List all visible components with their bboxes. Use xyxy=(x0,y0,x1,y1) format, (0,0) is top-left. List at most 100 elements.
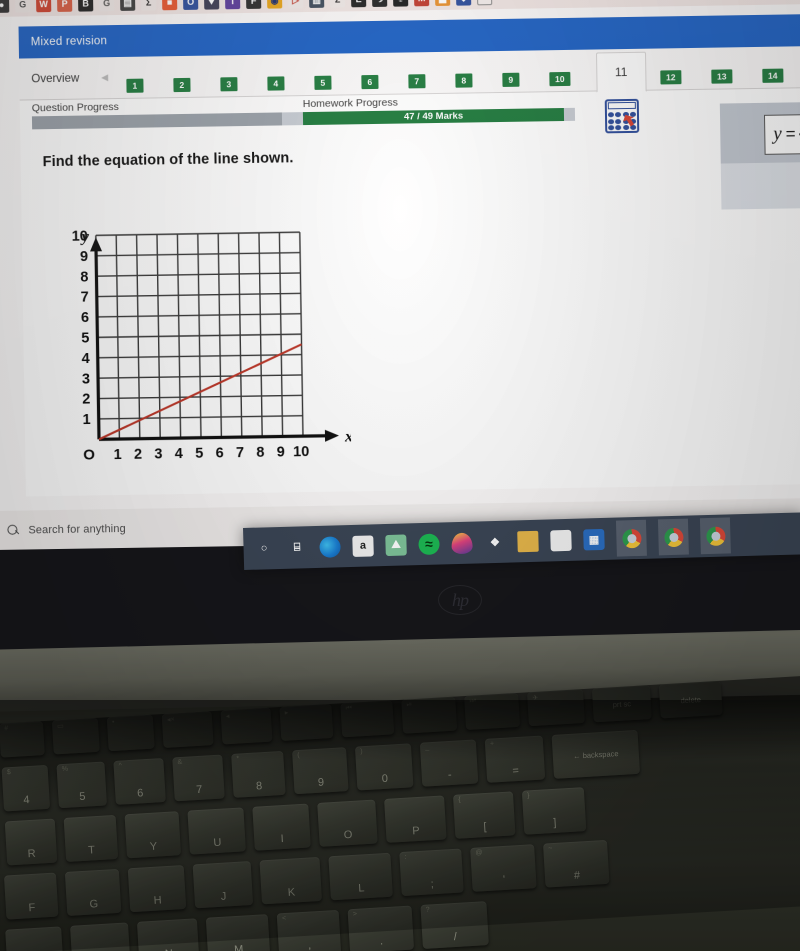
hp-logo: hp xyxy=(438,585,482,615)
key-prt-sc: prt sc xyxy=(591,685,652,723)
x-tick-label-6: 6 xyxy=(215,445,223,461)
calculator-display xyxy=(607,101,636,110)
key-label: 4 xyxy=(23,794,30,807)
key-label: # xyxy=(573,869,581,882)
question-tab-2[interactable]: 2 xyxy=(173,77,191,92)
extension-icon-22[interactable]: ▃ xyxy=(435,0,451,7)
key-label: I xyxy=(280,833,285,846)
store-icon[interactable]: ▦ xyxy=(583,528,605,550)
file-explorer-icon[interactable] xyxy=(517,530,539,552)
extension-icon-10[interactable]: O xyxy=(183,0,199,10)
question-tab-4[interactable]: 4 xyxy=(267,75,285,91)
extension-icon-14[interactable]: ◉ xyxy=(267,0,283,9)
extension-icon-8[interactable]: Σ xyxy=(141,0,157,11)
extension-icon-20[interactable]: ♠ xyxy=(393,0,409,7)
answer-panel-background: y = 2 4 xyxy=(719,101,800,164)
extension-icon-16[interactable]: ▥ xyxy=(309,0,325,8)
extension-icon-23[interactable]: ◆ xyxy=(456,0,472,6)
task-view-icon[interactable]: ⌸ xyxy=(286,537,308,559)
question-tab-1[interactable]: 1 xyxy=(126,78,144,93)
extension-icon-21[interactable]: M xyxy=(414,0,430,7)
extension-icon-7[interactable]: ▤ xyxy=(120,0,136,11)
key-label: 5 xyxy=(79,790,86,804)
key-secondary-label: * xyxy=(236,755,240,763)
question-tab-8[interactable]: 8 xyxy=(455,72,473,88)
key-secondary-label: ✈ xyxy=(532,694,539,702)
extension-icon-6[interactable]: G xyxy=(99,0,115,12)
question-tab-7[interactable]: 7 xyxy=(408,73,426,88)
key-label: F xyxy=(28,901,36,915)
photos-icon[interactable]: ⛰ xyxy=(385,533,407,556)
search-input[interactable]: Search for anything xyxy=(28,523,125,537)
overview-label[interactable]: Overview xyxy=(31,72,79,85)
key-secondary-label: + xyxy=(489,740,495,748)
x-tick-label-9: 9 xyxy=(277,444,285,460)
question-tab-10[interactable]: 10 xyxy=(549,71,571,86)
key-h: H xyxy=(127,864,187,913)
extension-icon-17[interactable]: Σ xyxy=(330,0,346,8)
key-: {[ xyxy=(452,791,516,839)
question-tab-3[interactable]: 3 xyxy=(220,76,238,91)
app-title: Mixed revision xyxy=(30,35,108,49)
key-secondary-label: { xyxy=(458,796,461,804)
extension-icon-2[interactable]: G xyxy=(15,0,31,13)
key-0: ) 0 xyxy=(354,743,414,791)
document-icon[interactable] xyxy=(550,529,572,551)
cortana-icon[interactable]: ○ xyxy=(253,538,275,560)
extension-icon-3[interactable]: W xyxy=(36,0,52,13)
chrome-icon-3[interactable] xyxy=(699,517,731,555)
key-label: 7 xyxy=(195,783,203,797)
key-label: ] xyxy=(552,816,557,829)
question-tab-5[interactable]: 5 xyxy=(314,75,332,90)
key-secondary-label: & xyxy=(177,758,183,767)
question-tab-6[interactable]: 6 xyxy=(361,74,379,89)
chrome-icon-1[interactable] xyxy=(615,519,647,557)
question-tab-14[interactable]: 14 xyxy=(762,68,784,83)
dropbox-icon[interactable]: ❖ xyxy=(484,531,506,553)
equation-variable-y: y xyxy=(773,123,782,145)
extension-icon-19[interactable]: ☽ xyxy=(372,0,388,7)
key-label: 6 xyxy=(136,787,144,800)
homework-progress-block: Homework Progress 47 / 49 Marks xyxy=(302,94,576,126)
question-tab-9[interactable]: 9 xyxy=(502,72,520,87)
key-u: U xyxy=(187,807,246,855)
extension-icon-11[interactable]: ⮟ xyxy=(204,0,220,10)
extension-icon-18[interactable]: E xyxy=(351,0,367,8)
spotify-icon[interactable]: ≈ xyxy=(418,533,440,555)
key-secondary-label: ◂ xyxy=(225,713,230,721)
extension-icon-5[interactable]: B xyxy=(78,0,94,12)
answer-equation-box[interactable]: y = 2 4 xyxy=(763,113,800,155)
key-secondary-label: ▭ xyxy=(57,722,65,731)
chevron-left-icon[interactable]: ◀ xyxy=(101,72,108,83)
key-: ⏯ xyxy=(401,696,458,734)
paint-3d-icon[interactable] xyxy=(451,532,473,554)
extension-icon-4[interactable]: P xyxy=(57,0,73,12)
microsoft-edge-icon[interactable] xyxy=(319,535,341,558)
extension-icon-1[interactable]: ● xyxy=(0,0,10,13)
key-secondary-label: $ xyxy=(6,769,11,777)
key-: >. xyxy=(347,905,415,951)
calculator-icon[interactable] xyxy=(604,98,640,134)
extension-icon-13[interactable]: F xyxy=(246,0,262,9)
y-tick-label-4: 4 xyxy=(82,351,90,367)
extension-icon-15[interactable]: ▷ xyxy=(288,0,304,9)
question-tab-11[interactable]: 11 xyxy=(595,51,647,92)
key-secondary-label: ⏯ xyxy=(406,701,413,709)
key-secondary-label: ⏮ xyxy=(345,704,353,713)
question-progress-block: Question Progress xyxy=(31,98,305,130)
extension-icon-9[interactable]: ■ xyxy=(162,0,178,11)
question-progress-track xyxy=(31,112,305,130)
key-backspace: ← backspace xyxy=(551,729,641,779)
homework-progress-fill: 47 / 49 Marks xyxy=(302,107,565,126)
key-v: V xyxy=(5,926,64,951)
question-tab-13[interactable]: 13 xyxy=(711,68,733,84)
revision-app-window: Mixed revision Overview ◀ 1 2 3 4 5 6 7 8 9 10 11 1… xyxy=(18,13,800,497)
question-tab-12[interactable]: 12 xyxy=(660,69,682,84)
extension-icon-24[interactable]: RC xyxy=(477,0,493,6)
chrome-icon-2[interactable] xyxy=(657,518,689,556)
key-label: , xyxy=(307,939,312,951)
extension-icon-12[interactable]: T xyxy=(225,0,241,10)
origin-label: O xyxy=(83,446,95,463)
amazon-icon[interactable]: a xyxy=(352,534,374,557)
key-secondary-label: • xyxy=(111,718,115,726)
